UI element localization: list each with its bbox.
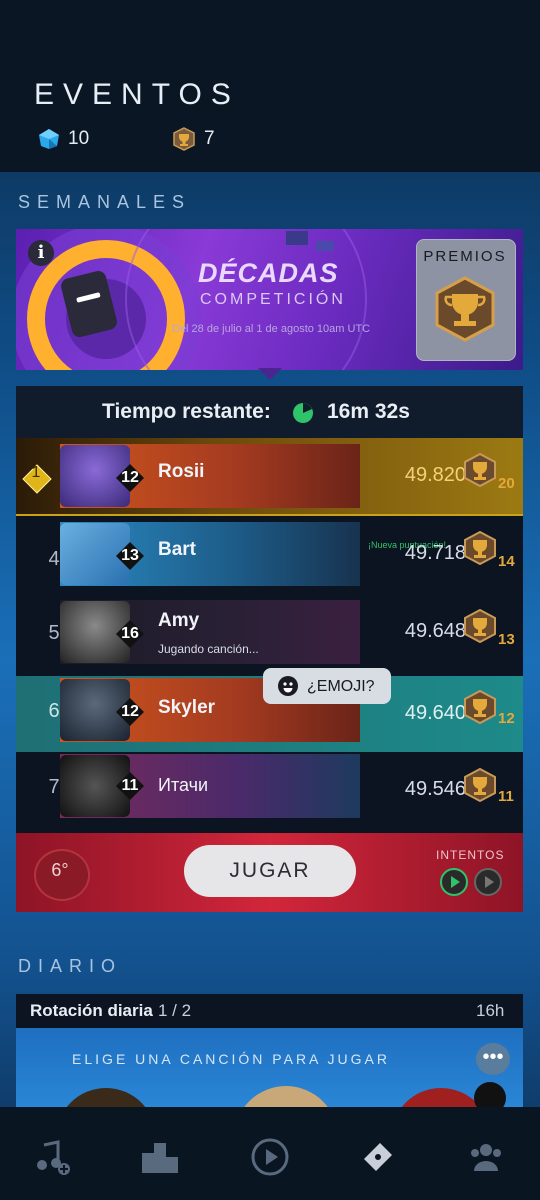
friends-icon[interactable] [466,1137,506,1177]
song-thumbnails [56,1082,506,1190]
section-daily-label: DIARIO [18,956,123,976]
trophy-count: 7 [204,128,215,149]
player-name: Bart [158,539,197,560]
music-add-icon[interactable] [32,1137,72,1177]
play-icon [474,868,502,896]
level-badge: 12 [121,469,139,486]
timer-label: Tiempo restante: [102,400,271,423]
player-score: 49.718 [404,542,466,564]
player-score: 49.820 [404,464,466,486]
player-score: 49.640 [404,702,466,724]
timer-icon [293,403,313,423]
trophy-icon [464,609,496,643]
page-title: EVENTOS [34,78,240,111]
trophy-icon [173,127,195,151]
play-circle-icon[interactable] [250,1137,290,1177]
level-badge: 13 [121,547,139,564]
trophy-icon [464,768,496,802]
level-badge: 11 [121,777,139,794]
leaderboard-row[interactable]: 1 12 Rosii 49.820 20 [16,438,523,516]
trophy-icon [464,690,496,724]
play-icon [440,868,468,896]
trophy-icon [464,531,496,565]
emoji-icon [278,676,298,696]
level-badge: 16 [121,625,139,642]
trophy-count: 20 [498,475,515,492]
more-options-button[interactable]: ••• [476,1043,510,1075]
event-title: DÉCADAS [198,258,339,288]
player-score: 49.648 [404,620,466,642]
player-name: Skyler [158,697,216,718]
player-name: Итачи [158,775,209,795]
daily-progress: 1 / 2 [158,1001,192,1020]
section-weekly-label: SEMANALES [18,192,192,212]
gem-icon [39,129,59,149]
podium-icon[interactable] [140,1137,180,1177]
level-badge: 12 [121,703,139,720]
trophy-count: 11 [498,788,514,805]
daily-song-area [16,1028,523,1190]
emoji-label: ¿EMOJI? [307,678,375,695]
rank-number: 1 [31,464,41,481]
event-subtitle: COMPETICIÓN [200,291,346,308]
play-button[interactable]: JUGAR [184,845,356,897]
attempts-label: INTENTOS [436,848,505,862]
trophy-count: 13 [498,631,515,648]
player-name: Rosii [158,461,205,482]
trophy-count: 14 [498,553,515,570]
event-dates: Del 28 de julio al 1 de agosto 10am UTC [172,323,371,335]
leaderboard-row[interactable]: 4 13 Bart ¡Nueva puntuación! 49.718 14 [16,516,523,592]
info-icon[interactable]: i [28,240,54,266]
trophy-icon [435,276,495,342]
gem-count: 10 [68,128,90,149]
choose-song-prompt: ELIGE UNA CANCIÓN PARA JUGAR [72,1051,390,1067]
prizes-label: PREMIOS [423,248,507,265]
leaderboard-row[interactable]: 7 11 Итачи 49.546 11 [16,752,523,828]
trophy-icon [464,453,496,487]
timer-value: 16m 32s [327,400,410,423]
daily-title: Rotación diaria [30,1001,153,1020]
player-score: 49.546 [404,778,466,800]
leaderboard-row[interactable]: 5 16 Amy Jugando canción... 49.648 13 [16,594,523,670]
temperature-value: 6° [51,860,69,880]
ticket-icon[interactable] [358,1137,398,1177]
trophy-count: 12 [498,710,515,727]
player-name: Amy [158,610,200,631]
player-status: Jugando canción... [158,642,259,656]
banner-pointer [258,368,282,380]
daily-time-left: 16h [476,1001,505,1020]
